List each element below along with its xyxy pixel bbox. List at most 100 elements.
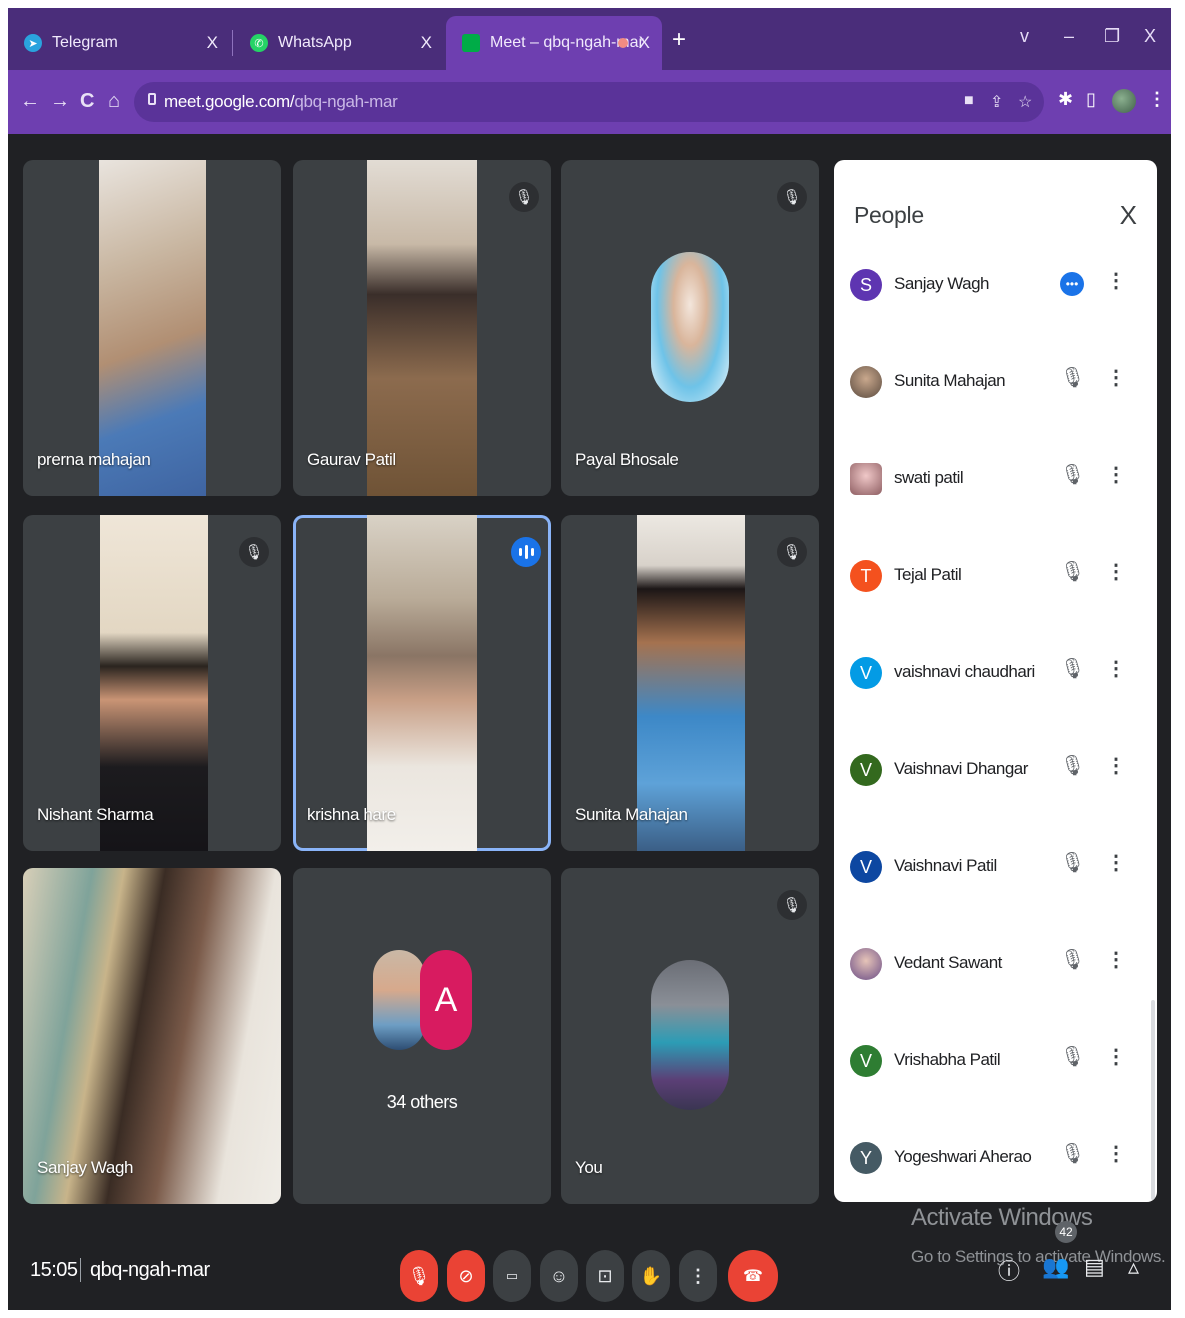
more-options-icon[interactable]: ⋮ <box>1106 850 1126 880</box>
mic-off-icon: 🎙 <box>239 537 269 567</box>
participant-name: Nishant Sharma <box>37 805 154 824</box>
people-list-item[interactable]: Vedant Sawant 🎙 ⋮ <box>834 943 1157 1040</box>
tab-whatsapp[interactable]: ✆ WhatsApp X <box>234 16 444 70</box>
url-text: meet.google.com/qbq-ngah-mar <box>164 92 398 112</box>
people-panel: People X S Sanjay Wagh ••• ⋮ Sunita Maha… <box>834 160 1157 1202</box>
more-options-icon[interactable]: ⋮ <box>1106 365 1126 395</box>
close-icon[interactable]: X <box>1120 200 1137 231</box>
bookmark-star-icon[interactable]: ☆ <box>1018 92 1032 112</box>
chat-icon[interactable]: ▤ <box>1084 1254 1105 1280</box>
extensions-icon[interactable]: ✱ <box>1058 89 1073 110</box>
close-icon[interactable]: X <box>207 33 218 53</box>
more-options-icon[interactable]: ⋮ <box>1106 656 1126 686</box>
forward-icon[interactable]: → <box>50 90 70 113</box>
meeting-details-icon[interactable]: ⓘ <box>998 1254 1020 1286</box>
people-list-item[interactable]: V Vrishabha Patil 🎙 ⋮ <box>834 1040 1157 1137</box>
more-options-icon[interactable]: ⋮ <box>1106 559 1126 589</box>
close-icon[interactable]: X <box>421 33 432 53</box>
person-name: Tejal Patil <box>894 565 962 584</box>
activities-icon[interactable]: ▵ <box>1128 1254 1139 1280</box>
more-options-icon[interactable]: ⋮ <box>1106 1141 1126 1171</box>
recording-icon <box>618 38 628 48</box>
mic-off-icon[interactable]: 🎙 <box>1060 365 1085 395</box>
people-list-item[interactable]: V Vaishnavi Patil 🎙 ⋮ <box>834 846 1157 943</box>
side-panel-icon[interactable]: ▯ <box>1086 89 1096 110</box>
people-list-item[interactable]: swati patil 🎙 ⋮ <box>834 458 1157 555</box>
menu-icon[interactable]: ⋮ <box>1148 89 1166 110</box>
people-list-item[interactable]: V vaishnavi chaudhari 🎙 ⋮ <box>834 652 1157 749</box>
telegram-icon: ➤ <box>24 34 42 52</box>
mic-off-icon[interactable]: 🎙 <box>1060 462 1085 492</box>
participant-tile[interactable]: 🎙 Sunita Mahajan <box>561 515 819 851</box>
tab-meet[interactable]: Meet – qbq-ngah-mar X <box>446 16 662 70</box>
people-list-item[interactable]: T Tejal Patil 🎙 ⋮ <box>834 555 1157 652</box>
raise-hand-button[interactable]: ✋ <box>632 1250 670 1302</box>
people-list-item[interactable]: Y Yogeshwari Aherao 🎙 ⋮ <box>834 1137 1157 1202</box>
self-tile[interactable]: 🎙 You <box>561 868 819 1204</box>
mic-off-icon[interactable]: 🎙 <box>1060 656 1085 686</box>
participant-tile[interactable]: prerna mahajan <box>23 160 281 496</box>
new-tab-icon[interactable]: + <box>672 26 686 54</box>
leave-call-button[interactable]: ☎ <box>728 1250 778 1302</box>
mic-off-icon[interactable]: 🎙 <box>1060 1141 1085 1171</box>
share-icon[interactable]: ⇪ <box>990 92 1003 112</box>
participant-tile-active-speaker[interactable]: krishna hare <box>293 515 551 851</box>
people-list-item[interactable]: S Sanjay Wagh ••• ⋮ <box>834 264 1157 361</box>
profile-avatar[interactable] <box>1112 89 1136 113</box>
close-icon[interactable]: X <box>639 33 650 53</box>
present-button[interactable]: ⊡ <box>586 1250 624 1302</box>
panel-title: People <box>854 202 924 228</box>
mic-off-icon[interactable]: 🎙 <box>1060 1044 1085 1074</box>
home-icon[interactable]: ⌂ <box>108 90 120 113</box>
mic-off-icon[interactable]: 🎙 <box>1060 559 1085 589</box>
people-list-item[interactable]: V Vaishnavi Dhangar 🎙 ⋮ <box>834 749 1157 846</box>
back-icon[interactable]: ← <box>20 90 40 113</box>
reload-icon[interactable]: C <box>80 90 94 113</box>
mic-off-icon: 🎙 <box>777 890 807 920</box>
avatar <box>850 463 882 495</box>
people-icon[interactable]: 👥 <box>1042 1254 1069 1280</box>
people-list-item[interactable]: Sunita Mahajan 🎙 ⋮ <box>834 361 1157 458</box>
mic-off-icon[interactable]: 🎙 <box>1060 850 1085 880</box>
participant-tile[interactable]: Sanjay Wagh <box>23 868 281 1204</box>
participant-tile[interactable]: 🎙 Nishant Sharma <box>23 515 281 851</box>
camera-indicator-icon[interactable]: ■ <box>964 92 974 110</box>
participant-avatar <box>651 252 729 402</box>
address-bar[interactable]: meet.google.com/qbq-ngah-mar ■ ⇪ ☆ <box>134 82 1044 122</box>
others-tile[interactable]: A 34 others <box>293 868 551 1204</box>
mic-off-icon[interactable]: 🎙 <box>1060 753 1085 783</box>
panel-scrollbar[interactable] <box>1151 1000 1155 1200</box>
mic-off-button[interactable]: 🎙 <box>400 1250 438 1302</box>
person-name: Yogeshwari Aherao <box>894 1147 1032 1166</box>
captions-button[interactable]: ▭ <box>493 1250 531 1302</box>
avatar-letter: A <box>434 980 458 1019</box>
more-options-icon[interactable]: ⋮ <box>1106 753 1126 783</box>
avatar <box>850 948 882 980</box>
person-name: Sunita Mahajan <box>894 371 1006 390</box>
avatar <box>850 366 882 398</box>
speaking-indicator-icon: ••• <box>1060 272 1084 296</box>
more-options-icon[interactable]: ⋮ <box>1106 462 1126 492</box>
camera-off-button[interactable]: ⊘ <box>447 1250 485 1302</box>
meeting-code[interactable]: qbq-ngah-mar <box>90 1259 210 1282</box>
person-name: Vedant Sawant <box>894 953 1002 972</box>
others-count: 34 others <box>386 1092 458 1112</box>
avatar: T <box>850 560 882 592</box>
more-options-icon[interactable]: ⋮ <box>1106 268 1126 298</box>
close-window-icon[interactable]: X <box>1144 26 1156 47</box>
video-feed <box>367 160 477 496</box>
more-options-button[interactable]: ⋮ <box>679 1250 717 1302</box>
tab-search-icon[interactable]: v <box>1020 26 1029 47</box>
tab-telegram[interactable]: ➤ Telegram X <box>8 16 230 70</box>
reactions-button[interactable]: ☺ <box>540 1250 578 1302</box>
person-name: Vaishnavi Dhangar <box>894 759 1028 778</box>
browser-toolbar: ← → C ⌂ meet.google.com/qbq-ngah-mar ■ ⇪… <box>8 70 1171 134</box>
minimize-icon[interactable]: – <box>1064 26 1074 47</box>
more-options-icon[interactable]: ⋮ <box>1106 1044 1126 1074</box>
url-path: qbq-ngah-mar <box>294 92 398 111</box>
more-options-icon[interactable]: ⋮ <box>1106 947 1126 977</box>
mic-off-icon[interactable]: 🎙 <box>1060 947 1085 977</box>
participant-tile[interactable]: 🎙 Gaurav Patil <box>293 160 551 496</box>
restore-icon[interactable]: ❐ <box>1104 26 1120 47</box>
participant-tile[interactable]: 🎙 Payal Bhosale <box>561 160 819 496</box>
